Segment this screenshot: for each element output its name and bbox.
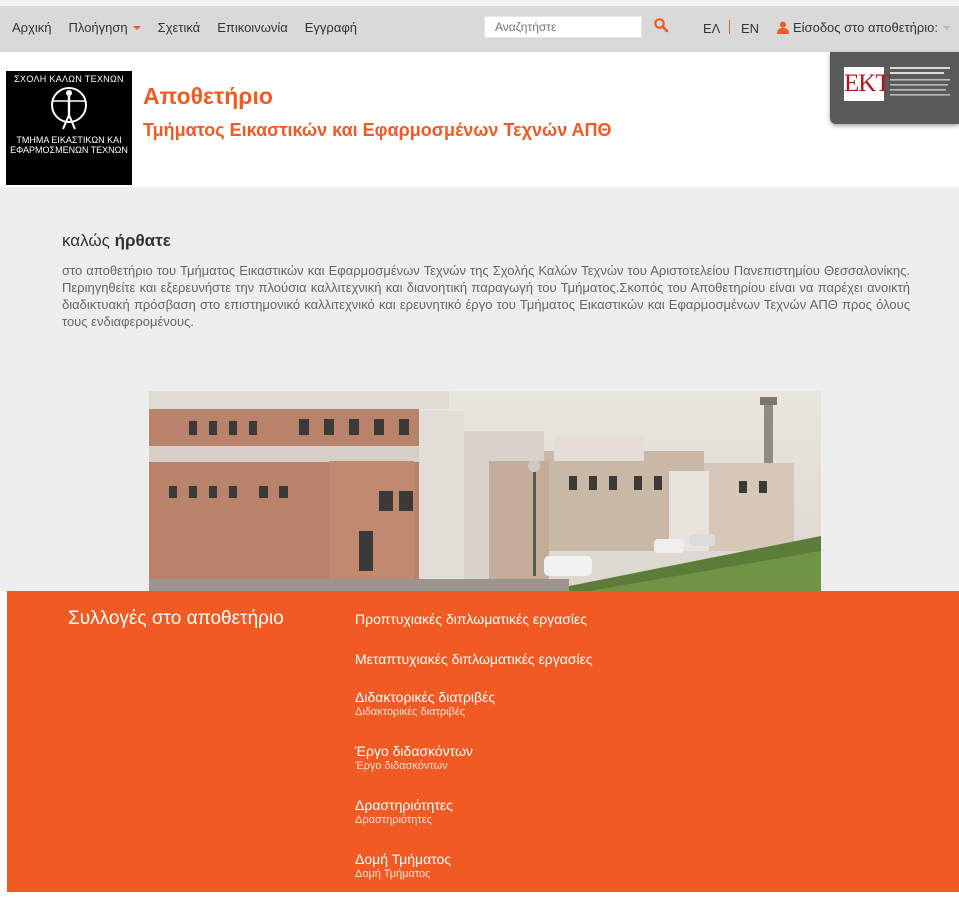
collection-title[interactable]: Έργο διδασκόντων xyxy=(355,743,755,759)
nav-browse[interactable]: Πλοήγηση xyxy=(69,20,141,35)
welcome-heading: καλώς ήρθατε xyxy=(62,231,171,251)
collection-item[interactable]: Έργο διδασκόντων Έργο διδασκόντων xyxy=(355,743,755,772)
nav-register[interactable]: Εγγραφή xyxy=(305,20,357,35)
collection-item[interactable]: Διδακτορικές διατριβές Διδακτορικές διατ… xyxy=(355,689,755,718)
collection-title[interactable]: Δραστηριότητες xyxy=(355,797,755,813)
collection-item[interactable]: Δραστηριότητες Δραστηριότητες xyxy=(355,797,755,826)
collection-item[interactable]: Δομή Τμήματος Δομή Τμήματος xyxy=(355,851,755,880)
nav-home[interactable]: Αρχική xyxy=(12,20,52,35)
ekt-wordmark-graphic xyxy=(890,67,950,96)
collection-title[interactable]: Μεταπτυχιακές διπλωματικές εργασίες xyxy=(355,651,755,667)
lang-en-link[interactable]: EN xyxy=(741,21,759,36)
welcome-section: καλώς ήρθατε στο αποθετήριο του Τμήματος… xyxy=(0,187,959,591)
campus-photo xyxy=(149,391,821,591)
lang-el-link[interactable]: ΕΛ xyxy=(703,21,720,36)
logo-department: ΤΜΗΜΑ ΕΙΚΑΣΤΙΚΩΝ ΚΑΙ ΕΦΑΡΜΟΣΜΕΝΩΝ ΤΕΧΝΩΝ xyxy=(6,135,132,155)
collection-description: Έργο διδασκόντων xyxy=(355,760,448,772)
welcome-text: στο αποθετήριο του Τμήματος Εικαστικών κ… xyxy=(62,263,910,329)
campus-building-image xyxy=(149,391,821,591)
collections-section: Συλλογές στο αποθετήριο Προπτυχιακές διπ… xyxy=(7,591,959,892)
site-subtitle: Τμήματος Εικαστικών και Εφαρμοσμένων Τεχ… xyxy=(143,120,612,140)
search-icon[interactable] xyxy=(653,17,669,33)
login-button[interactable]: Είσοδος στο αποθετήριο: xyxy=(777,20,952,35)
collection-item[interactable]: Μεταπτυχιακές διπλωματικές εργασίες xyxy=(355,651,755,667)
nav-contact[interactable]: Επικοινωνία xyxy=(217,20,288,35)
nav-about[interactable]: Σχετικά xyxy=(158,20,201,35)
nav-browse-label: Πλοήγηση xyxy=(68,20,128,35)
school-logo[interactable]: ΣΧΟΛΗ ΚΑΛΩΝ ΤΕΧΝΩΝ ΤΜΗΜΑ ΕΙΚΑΣΤΙΚΩΝ ΚΑΙ … xyxy=(6,71,132,185)
logo-line-dept-1: ΤΜΗΜΑ ΕΙΚΑΣΤΙΚΩΝ ΚΑΙ xyxy=(16,135,122,145)
ekt-mark: EKT xyxy=(844,67,891,101)
site-title[interactable]: Αποθετήριο xyxy=(143,83,273,110)
collection-description: Διδακτορικές διατριβές xyxy=(355,706,466,718)
collections-heading: Συλλογές στο αποθετήριο xyxy=(68,608,284,629)
chevron-down-icon xyxy=(943,25,952,30)
vitruvian-figure-icon xyxy=(51,87,87,130)
lang-divider xyxy=(729,20,730,34)
logo-line-dept-2: ΕΦΑΡΜΟΣΜΕΝΩΝ ΤΕΧΝΩΝ xyxy=(10,145,128,155)
collection-title[interactable]: Δομή Τμήματος xyxy=(355,851,755,867)
welcome-heading-bold: ήρθατε xyxy=(114,231,171,250)
collection-item[interactable]: Προπτυχιακές διπλωματικές εργασίες xyxy=(355,611,755,627)
ekt-partner-logo[interactable]: EKT xyxy=(830,52,959,124)
main-nav: Αρχική Πλοήγηση Σχετικά Επικοινωνία Εγγρ… xyxy=(12,20,374,35)
logo-line-school: ΣΧΟΛΗ ΚΑΛΩΝ ΤΕΧΝΩΝ xyxy=(14,74,124,84)
chevron-down-icon xyxy=(132,25,141,30)
search-input[interactable] xyxy=(484,16,642,38)
login-label: Είσοδος στο αποθετήριο: xyxy=(793,20,939,35)
collection-description: Δραστηριότητες xyxy=(355,814,432,826)
user-icon xyxy=(777,21,789,34)
welcome-heading-light: καλώς xyxy=(62,231,115,250)
collection-description: Δομή Τμήματος xyxy=(355,868,431,880)
top-navbar: Αρχική Πλοήγηση Σχετικά Επικοινωνία Εγγρ… xyxy=(0,0,959,52)
collection-title[interactable]: Διδακτορικές διατριβές xyxy=(355,689,755,705)
collection-title[interactable]: Προπτυχιακές διπλωματικές εργασίες xyxy=(355,611,755,627)
